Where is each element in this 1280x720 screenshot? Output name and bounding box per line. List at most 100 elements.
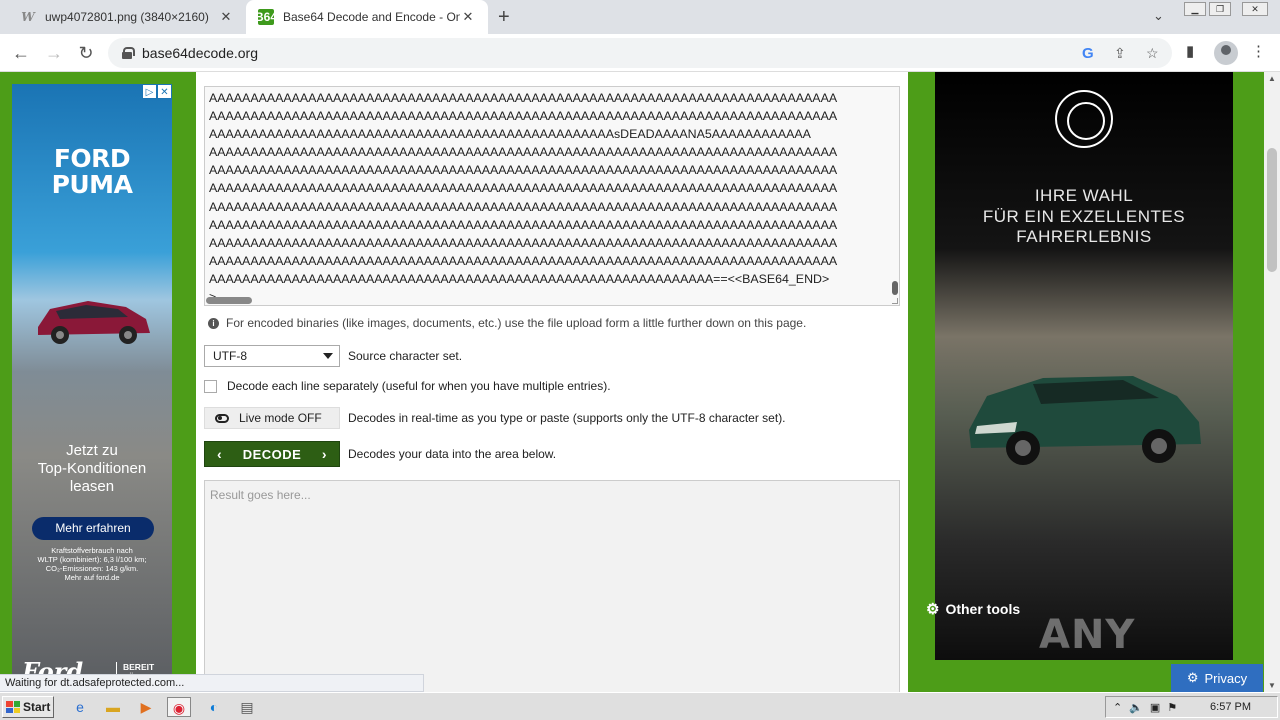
ford-ad[interactable]: ▷ ✕ FORD PUMA Jetzt zu Top-Konditionen l… <box>12 84 172 684</box>
ad-fine-print: Kraftstoffverbrauch nach WLTP (kombinier… <box>37 546 147 582</box>
volume-icon[interactable]: 🔈 <box>1129 701 1143 714</box>
other-tools-label: Other tools <box>945 601 1021 617</box>
encoded-line: AAAAAAAAAAAAAAAAAAAAAAAAAAAAAAAAAAAAAAAA… <box>209 163 838 178</box>
system-tray: ⌃ 🔈 ▣ ⚑ 6:57 PM <box>1105 696 1278 718</box>
decode-lines-checkbox[interactable] <box>204 379 217 393</box>
page-scrollbar[interactable]: ▲ ▼ <box>1264 72 1280 692</box>
encoded-line: AAAAAAAAAAAAAAAAAAAAAAAAAAAAAAAAAAAAAAAA… <box>209 181 838 196</box>
decode-row: ‹ DECODE › Decodes your data into the ar… <box>204 441 556 467</box>
ie-icon[interactable]: e <box>68 697 92 717</box>
privacy-button[interactable]: ⚙ Privacy <box>1171 664 1263 692</box>
sidebar-icon[interactable]: ▮ <box>1186 42 1194 60</box>
charset-select[interactable]: UTF-8 <box>204 345 340 367</box>
tray-expand-icon[interactable]: ⌃ <box>1113 701 1122 714</box>
live-mode-description: Decodes in real-time as you type or past… <box>348 411 786 425</box>
encoded-line: AAAAAAAAAAAAAAAAAAAAAAAAAAAAAAAAAAAAAAAA… <box>209 253 838 268</box>
close-window-icon[interactable]: ✕ <box>1242 2 1268 16</box>
back-icon[interactable]: ← <box>10 42 32 64</box>
notepad-icon[interactable]: ▤ <box>235 697 259 717</box>
lock-icon[interactable] <box>122 47 135 59</box>
tab-title: uwp4072801.png (3840×2160) <box>45 10 209 24</box>
scroll-up-icon[interactable]: ▲ <box>1264 74 1280 83</box>
result-placeholder: Result goes here... <box>210 488 311 502</box>
info-text: For encoded binaries (like images, docum… <box>226 316 807 330</box>
result-output[interactable]: Result goes here... <box>204 480 900 692</box>
charset-label: Source character set. <box>348 349 463 363</box>
profile-avatar-icon[interactable] <box>1214 41 1238 65</box>
alfa-romeo-ad[interactable]: IHRE WAHL FÜR EIN EXZELLENTES FAHRERLEBN… <box>935 72 1233 660</box>
new-tab-icon[interactable]: + <box>498 6 510 29</box>
forward-icon[interactable]: → <box>43 42 65 64</box>
toggle-icon <box>215 413 229 423</box>
tab-title: Base64 Decode and Encode - Online <box>283 10 460 24</box>
edge-icon[interactable]: ◐ <box>202 697 226 717</box>
anyrun-watermark: ANY RUN <box>1039 612 1138 660</box>
media-player-icon[interactable]: ▶ <box>134 697 158 717</box>
encoded-line: > <box>209 288 893 305</box>
other-tools-link[interactable]: ⚙ Other tools <box>926 600 1020 618</box>
encoded-line: AAAAAAAAAAAAAAAAAAAAAAAAAAAAAAAAAAAAAAAA… <box>209 127 811 142</box>
share-icon[interactable]: ⇪ <box>1114 45 1126 62</box>
encoded-line: AAAAAAAAAAAAAAAAAAAAAAAAAAAAAAAAAAAAAAAA… <box>209 217 838 232</box>
folder-icon[interactable]: ▬ <box>101 697 125 717</box>
taskbar: Start e ▬ ▶ ◉ ◐ ▤ ⌃ 🔈 ▣ ⚑ 6:57 PM <box>0 692 1280 720</box>
encoded-input[interactable]: AAAAAAAAAAAAAAAAAAAAAAAAAAAAAAAAAAAAAAAA… <box>204 86 900 306</box>
scroll-thumb[interactable] <box>1267 148 1277 272</box>
alfa-romeo-logo <box>1055 90 1113 148</box>
privacy-gear-icon: ⚙ <box>1186 670 1199 685</box>
close-icon[interactable]: ✕ <box>157 84 172 99</box>
vertical-scrollbar[interactable] <box>892 281 898 295</box>
menu-icon[interactable]: ⋮ <box>1251 42 1266 60</box>
flag-icon[interactable]: ⚑ <box>1167 701 1177 714</box>
car-image <box>38 301 150 344</box>
live-mode-row: Live mode OFF Decodes in real-time as yo… <box>204 407 786 429</box>
decode-description: Decodes your data into the area below. <box>348 447 557 461</box>
status-bar: Waiting for dt.adsafeprotected.com... <box>0 674 424 692</box>
page-viewport: ▷ ✕ FORD PUMA Jetzt zu Top-Konditionen l… <box>0 72 1264 692</box>
encoded-line: AAAAAAAAAAAAAAAAAAAAAAAAAAAAAAAAAAAAAAAA… <box>209 109 838 124</box>
clock: 6:57 PM <box>1210 701 1251 713</box>
info-icon: i <box>208 317 219 329</box>
chrome-icon[interactable]: ◉ <box>167 697 191 717</box>
decode-button[interactable]: ‹ DECODE › <box>204 441 340 467</box>
close-icon[interactable]: ✕ <box>460 9 476 25</box>
address-bar[interactable]: base64decode.org G ⇪ ☆ <box>108 38 1172 68</box>
gear-icon: ⚙ <box>926 601 940 618</box>
start-button[interactable]: Start <box>2 696 54 718</box>
restore-icon[interactable]: ❐ <box>1209 2 1231 16</box>
decode-lines-label: Decode each line separately (useful for … <box>227 379 611 393</box>
tab-base64[interactable]: B64 Base64 Decode and Encode - Online ✕ <box>246 0 488 34</box>
encoded-text: AAAAAAAAAAAAAAAAAAAAAAAAAAAAAAAAAAAAAAAA… <box>205 87 899 305</box>
encoded-line: AAAAAAAAAAAAAAAAAAAAAAAAAAAAAAAAAAAAAAAA… <box>209 199 838 214</box>
chevron-right-icon: › <box>321 446 327 462</box>
tab-image[interactable]: W uwp4072801.png (3840×2160) ✕ <box>8 0 246 34</box>
chevron-left-icon: ‹ <box>217 446 223 462</box>
minimize-icon[interactable]: ▁ <box>1184 2 1206 16</box>
address-toolbar: ← → ↻ base64decode.org G ⇪ ☆ ▮ ⋮ <box>0 34 1280 72</box>
reload-icon[interactable]: ↻ <box>75 42 97 64</box>
close-icon[interactable]: ✕ <box>218 9 234 25</box>
horizontal-scrollbar[interactable] <box>206 297 252 304</box>
chevron-down-icon[interactable]: ⌄ <box>1153 8 1164 24</box>
url-text: base64decode.org <box>142 45 258 61</box>
car-image <box>969 376 1201 465</box>
google-icon[interactable]: G <box>1082 45 1094 62</box>
star-icon[interactable]: ☆ <box>1146 45 1159 62</box>
adchoices-icon[interactable]: ▷ <box>142 84 157 99</box>
resize-handle[interactable] <box>892 298 898 304</box>
encoded-line: AAAAAAAAAAAAAAAAAAAAAAAAAAAAAAAAAAAAAAAA… <box>209 235 838 250</box>
w-icon: W <box>21 10 35 24</box>
ad-headline: IHRE WAHL FÜR EIN EXZELLENTES FAHRERLEBN… <box>982 186 1186 246</box>
ad-headline: FORD PUMA <box>51 144 133 199</box>
start-label: Start <box>23 700 51 714</box>
mehr-erfahren-button[interactable]: Mehr erfahren <box>32 517 154 540</box>
live-mode-button[interactable]: Live mode OFF <box>204 407 340 429</box>
chevron-down-icon <box>323 353 333 359</box>
decode-lines-row: Decode each line separately (useful for … <box>204 379 611 393</box>
ad-choices[interactable]: ▷ ✕ <box>142 84 172 99</box>
scroll-down-icon[interactable]: ▼ <box>1264 681 1280 690</box>
network-icon[interactable]: ▣ <box>1150 701 1160 714</box>
live-mode-label-text: Live mode OFF <box>239 411 322 425</box>
charset-row: UTF-8 Source character set. <box>204 345 462 367</box>
privacy-label: Privacy <box>1204 670 1248 686</box>
